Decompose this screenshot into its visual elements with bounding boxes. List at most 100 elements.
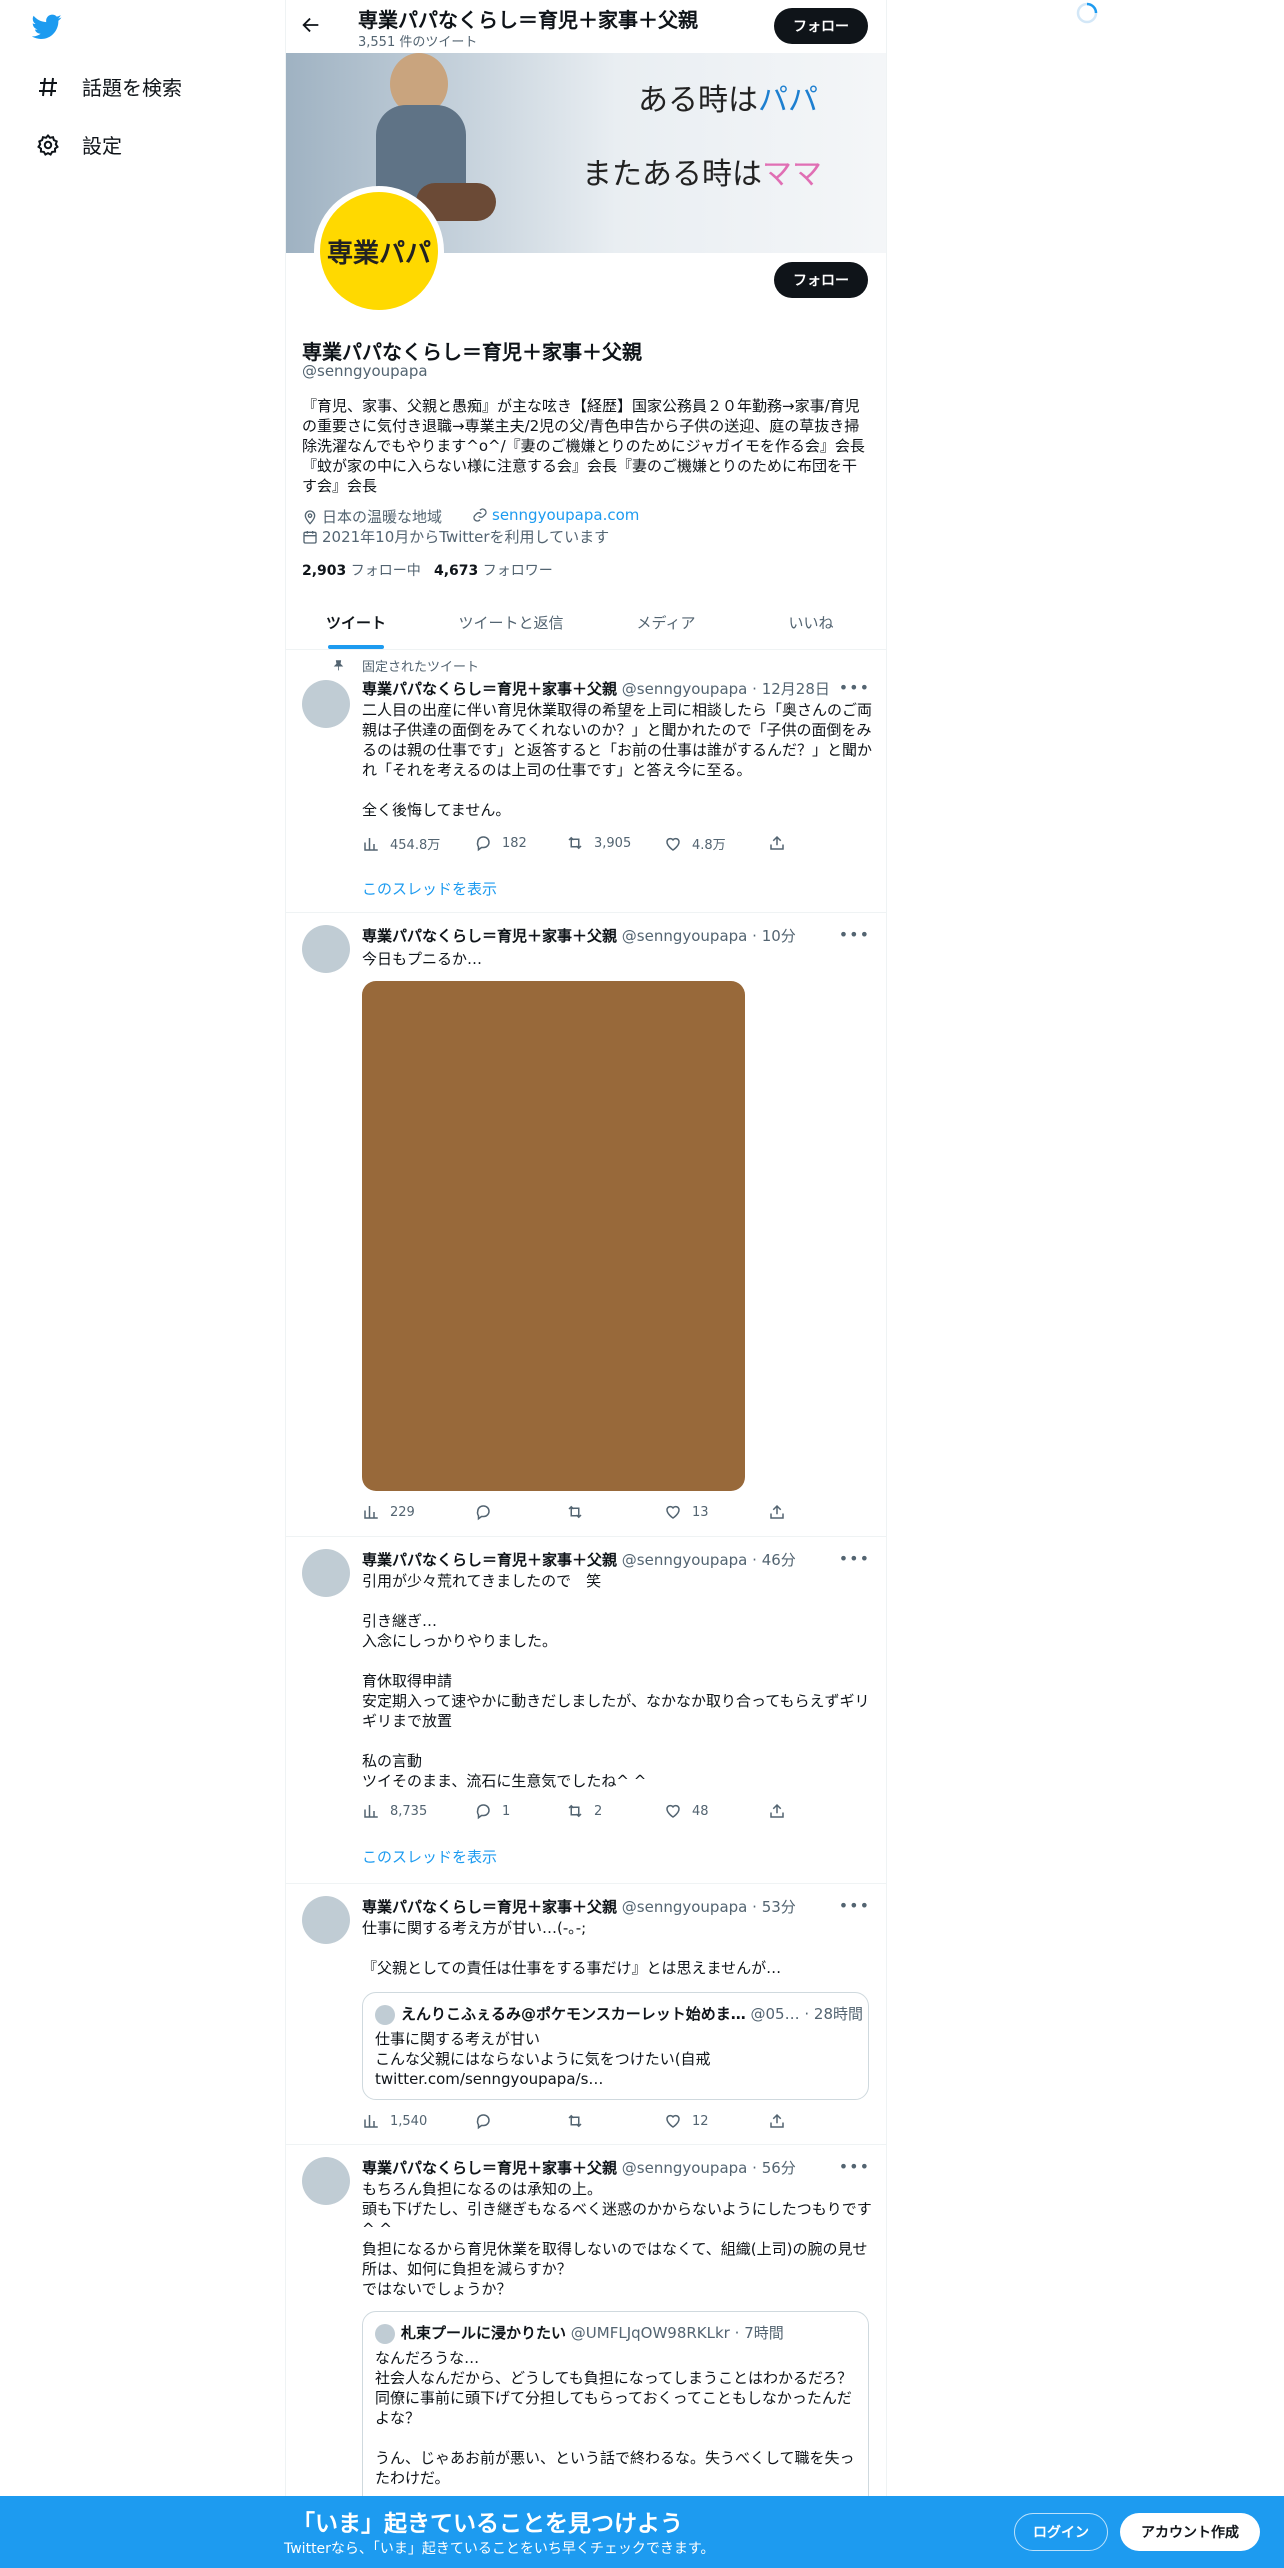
tweet-author-name[interactable]: 専業パパなくらし＝育児＋家事＋父親 (362, 1551, 617, 1569)
views-action[interactable]: 8,735 (362, 1802, 427, 1820)
quoted-text: 仕事に関する考えが甘い こんな父親にはならないように気をつけたい(自戒 twit… (375, 2030, 711, 2088)
quoted-time: 7時間 (744, 2324, 784, 2342)
analytics-icon (364, 837, 378, 851)
retweet-count: 3,905 (594, 835, 632, 851)
share-icon (770, 2113, 784, 2128)
more-options-icon[interactable]: ••• (839, 1549, 870, 1568)
banner-line-2: またある時はママ (582, 149, 822, 193)
back-arrow-icon[interactable] (300, 14, 324, 38)
reply-action[interactable]: 182 (474, 834, 527, 852)
retweet-action[interactable]: 2 (566, 1802, 602, 1820)
profile-follow-button[interactable]: フォロー (774, 262, 868, 298)
twitter-logo-icon[interactable] (31, 14, 62, 44)
signup-button[interactable]: アカウント作成 (1120, 2513, 1260, 2551)
reply-icon (476, 2114, 490, 2130)
more-options-icon[interactable]: ••• (839, 925, 870, 944)
views-action[interactable]: 454.8万 (362, 834, 440, 853)
tweet-media-image[interactable] (362, 981, 745, 1491)
views-action[interactable]: 1,540 (362, 2112, 427, 2130)
like-action[interactable]: 13 (664, 1503, 709, 1521)
nav-settings[interactable]: 設定 (36, 130, 122, 159)
share-icon (770, 1803, 784, 1818)
tweet-header: 専業パパなくらし＝育児＋家事＋父親 @senngyoupapa · 56分 (362, 2159, 796, 2177)
profile-following[interactable]: 2,903 フォロー中 (302, 560, 421, 580)
tab-tweets-replies[interactable]: ツイートと返信 (426, 596, 596, 649)
tweet-time[interactable]: 10分 (762, 927, 796, 945)
share-action[interactable] (768, 1503, 786, 1521)
more-options-icon[interactable]: ••• (839, 2157, 870, 2176)
like-action[interactable]: 48 (664, 1802, 709, 1820)
reply-count: 1 (502, 1803, 511, 1819)
share-action[interactable] (768, 834, 786, 852)
tweet-actions: 1,540 12 (362, 2112, 792, 2132)
tweet-time[interactable]: 12月28日 (762, 680, 830, 698)
tweet-pinned[interactable]: 固定されたツイート 専業パパなくらし＝育児＋家事＋父親 @senngyoupap… (286, 650, 886, 913)
tweet-time[interactable]: 46分 (762, 1551, 796, 1569)
tweet-author-name[interactable]: 専業パパなくらし＝育児＋家事＋父親 (362, 1898, 617, 1916)
tweet-quote[interactable]: 専業パパなくらし＝育児＋家事＋父親 @senngyoupapa · 53分 ••… (286, 1884, 886, 2145)
like-count: 12 (692, 2113, 709, 2129)
tweet-header: 専業パパなくらし＝育児＋家事＋父親 @senngyoupapa · 53分 (362, 1898, 796, 1916)
profile-avatar[interactable]: 専業パパ (314, 186, 444, 316)
reply-action[interactable] (474, 2112, 502, 2130)
like-count: 48 (692, 1803, 709, 1819)
more-options-icon[interactable]: ••• (839, 678, 870, 697)
profile-website-link[interactable]: senngyoupapa.com (492, 506, 639, 524)
profile-followers[interactable]: 4,673 フォロワー (434, 560, 553, 580)
quoted-author-name: えんりこふぇるみ@ポケモンスカーレット始めま… (401, 2005, 746, 2023)
tweet-time[interactable]: 56分 (762, 2159, 796, 2177)
tab-likes[interactable]: いいね (736, 596, 886, 649)
retweet-action[interactable]: 3,905 (566, 834, 631, 852)
tab-media[interactable]: メディア (596, 596, 736, 649)
avatar[interactable] (302, 2157, 350, 2205)
views-action[interactable]: 229 (362, 1503, 415, 1521)
quoted-time: 28時間 (813, 2005, 864, 2023)
retweet-action[interactable] (566, 1503, 594, 1521)
tweet-author-handle: @senngyoupapa (621, 1898, 748, 1916)
reply-action[interactable]: 1 (474, 1802, 510, 1820)
banner-line-1: ある時はパパ (638, 75, 818, 119)
show-thread-link[interactable]: このスレッドを表示 (362, 878, 497, 899)
tweet-time[interactable]: 53分 (762, 1898, 796, 1916)
share-action[interactable] (768, 2112, 786, 2130)
show-thread-link[interactable]: このスレッドを表示 (362, 1846, 497, 1867)
avatar[interactable] (302, 1549, 350, 1597)
share-action[interactable] (768, 1802, 786, 1820)
profile-website[interactable]: senngyoupapa.com (472, 506, 639, 524)
tweet-author-name[interactable]: 専業パパなくらし＝育児＋家事＋父親 (362, 2159, 617, 2177)
nav-explore[interactable]: 話題を検索 (36, 72, 182, 101)
reply-action[interactable] (474, 1503, 502, 1521)
tab-tweets[interactable]: ツイート (286, 596, 426, 649)
avatar[interactable] (302, 925, 350, 973)
tweet-author-name[interactable]: 専業パパなくらし＝育児＋家事＋父親 (362, 680, 617, 698)
like-action[interactable]: 12 (664, 2112, 709, 2130)
gear-icon (37, 133, 59, 156)
header-follow-button[interactable]: フォロー (774, 8, 868, 44)
tweet-text-only[interactable]: 専業パパなくらし＝育児＋家事＋父親 @senngyoupapa · 46分 ••… (286, 1537, 886, 1884)
banner-text-2b: ママ (762, 157, 822, 192)
profile-location-text: 日本の温暖な地域 (322, 508, 443, 526)
like-action[interactable]: 4.8万 (664, 834, 726, 853)
avatar[interactable] (302, 1896, 350, 1944)
profile-header-bar: 専業パパなくらし＝育児＋家事＋父親 3,551 件のツイート フォロー (286, 0, 886, 53)
quoted-author-name: 札束プールに浸かりたい (401, 2324, 567, 2342)
tweet-media[interactable]: 専業パパなくらし＝育児＋家事＋父親 @senngyoupapa · 10分 ••… (286, 913, 886, 1537)
login-button[interactable]: ログイン (1014, 2513, 1108, 2551)
quoted-tweet[interactable]: えんりこふぇるみ@ポケモンスカーレット始めま… @05… · 28時間 仕事に関… (362, 1992, 869, 2100)
tweet-author-name[interactable]: 専業パパなくらし＝育児＋家事＋父親 (362, 927, 617, 945)
banner-text-1b: パパ (758, 83, 818, 118)
analytics-icon (364, 1506, 378, 1519)
avatar[interactable] (302, 680, 350, 728)
retweet-icon (568, 2114, 582, 2128)
banner-text-1a: ある時は (638, 83, 758, 118)
views-count: 8,735 (390, 1803, 428, 1819)
more-options-icon[interactable]: ••• (839, 1896, 870, 1915)
tweet-author-handle: @senngyoupapa (621, 1551, 748, 1569)
header-tweet-count: 3,551 件のツイート (358, 35, 478, 50)
tweet-text: 今日もプニるか… (362, 950, 483, 968)
retweet-action[interactable] (566, 2112, 594, 2130)
tweet-header: 専業パパなくらし＝育児＋家事＋父親 @senngyoupapa · 10分 (362, 927, 796, 945)
like-count: 13 (692, 1504, 709, 1520)
pin-icon (332, 658, 345, 676)
views-count: 454.8万 (390, 838, 441, 853)
